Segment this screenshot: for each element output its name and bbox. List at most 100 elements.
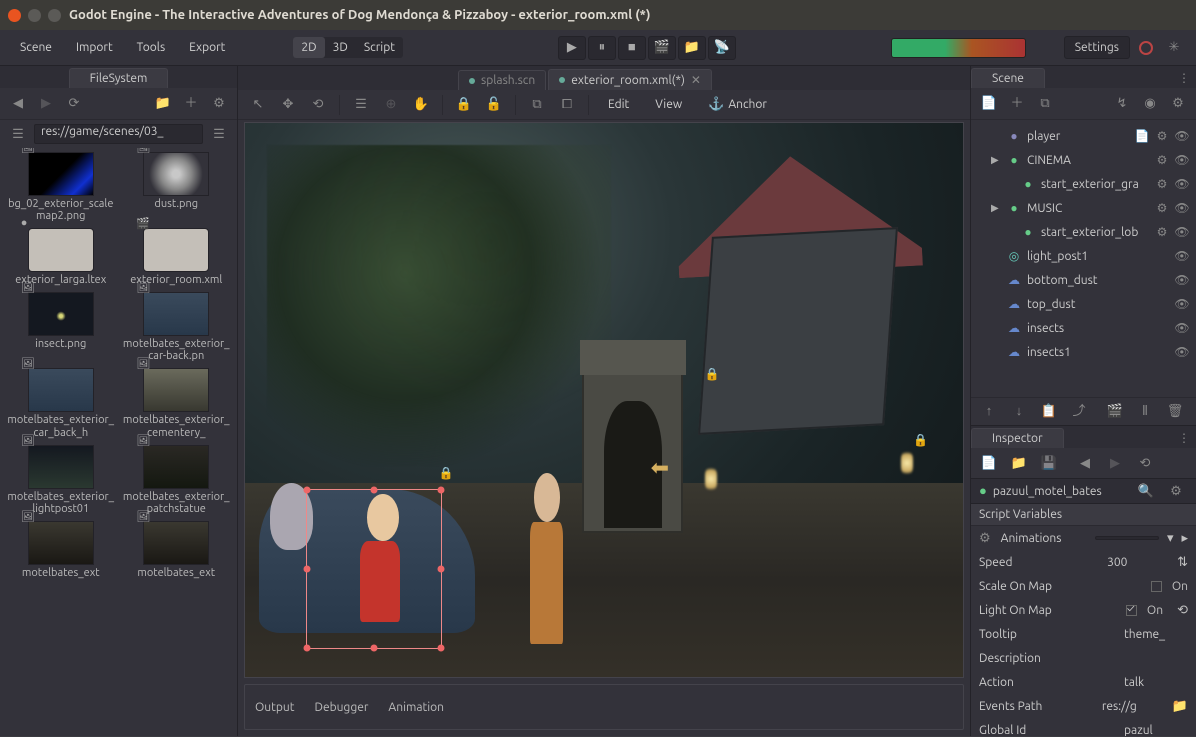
multi-edit-button[interactable]: 🎬 [1103,400,1127,424]
node-action-icon[interactable]: 👁 [1174,152,1190,168]
property-row[interactable]: Speed300⇅ [971,550,1196,574]
folder-icon[interactable]: 📁 [1172,700,1188,713]
pivot-tool[interactable]: ⊕ [379,93,403,117]
property-row[interactable]: Events Pathres://g📁 [971,694,1196,718]
settings-button[interactable]: Settings [1064,36,1130,59]
node-action-icon[interactable]: 👁 [1174,344,1190,360]
scene-tab[interactable]: exterior_room.xml(*)✕ [548,69,712,90]
chevron-down-icon[interactable]: ▾ [1167,532,1174,545]
animation-tab[interactable]: Animation [388,701,444,714]
chevron-right-icon[interactable]: ▸ [1181,532,1188,545]
tree-node[interactable]: ●start_exterior_gra⚙👁 [971,172,1196,196]
reset-icon[interactable]: ⟲ [1177,604,1188,617]
selection-handle[interactable] [438,645,445,652]
delete-node-button[interactable]: 🗑 [1163,400,1187,424]
list-select-tool[interactable]: ☰ [349,93,373,117]
selection-rect[interactable] [306,489,442,650]
groups-button[interactable]: ◉ [1138,92,1162,116]
tree-node[interactable]: ●player📄⚙👁 [971,124,1196,148]
node-action-icon[interactable]: 👁 [1174,272,1190,288]
select-tool[interactable]: ↖ [246,93,270,117]
file-item[interactable]: 🖼insect.png [4,290,118,364]
viewport-view-menu[interactable]: View [645,93,692,116]
file-item[interactable]: 🖼bg_02_exterior_scalemap2.png [4,150,118,224]
file-item[interactable]: 🖼motelbates_exterior_cementery_ [120,366,234,440]
property-value[interactable]: talk [1124,676,1188,689]
scene-panel-tab[interactable]: Scene [971,68,1045,88]
merge-button[interactable]: ⫴ [1133,400,1157,424]
node-action-icon[interactable]: ⚙ [1154,176,1170,192]
property-row[interactable]: Light On MapOn⟲ [971,598,1196,622]
add-node-button[interactable]: ＋ [1005,92,1029,116]
file-grid[interactable]: 🖼bg_02_exterior_scalemap2.png🖼dust.png●e… [0,148,237,736]
move-tool[interactable]: ✥ [276,93,300,117]
property-row[interactable]: Tooltiptheme_ [971,622,1196,646]
insp-settings-button[interactable]: ⚙ [1164,479,1188,503]
node-action-icon[interactable]: 👁 [1174,200,1190,216]
file-item[interactable]: 🖼motelbates_exterior_lightpost01 [4,443,118,517]
property-value[interactable]: 300 [1107,556,1171,569]
nav-back-button[interactable]: ◀ [6,92,30,116]
property-value[interactable] [1095,536,1159,540]
property-row[interactable]: Actiontalk [971,670,1196,694]
unlock-tool[interactable]: 🔓 [482,93,506,117]
property-row[interactable]: Description [971,646,1196,670]
window-minimize-icon[interactable] [28,9,41,22]
file-item[interactable]: 🖼motelbates_exterior_car-back.pn [120,290,234,364]
reparent-button[interactable]: ⤴ [1067,400,1091,424]
property-value[interactable]: theme_ [1124,628,1188,641]
refresh-button[interactable]: ⟳ [62,92,86,116]
error-indicator-icon[interactable] [1134,36,1158,60]
new-button[interactable]: ＋ [179,92,203,116]
move-down-button[interactable]: ↓ [1007,400,1031,424]
property-value[interactable]: pazul [1124,724,1188,737]
output-tab[interactable]: Output [255,701,294,714]
selection-handle[interactable] [371,645,378,652]
fs-settings-button[interactable]: ⚙ [207,92,231,116]
file-item[interactable]: 🎬exterior_room.xml [120,226,234,288]
property-value[interactable]: res://g [1102,700,1166,713]
node-action-icon[interactable]: 👁 [1174,128,1190,144]
window-maximize-icon[interactable] [48,9,61,22]
selection-handle[interactable] [371,486,378,493]
inspector-panel-menu[interactable]: ⋮ [1172,428,1196,448]
instance-button[interactable]: ⧉ [1033,92,1057,116]
property-row[interactable]: Scale On MapOn [971,574,1196,598]
menu-scene[interactable]: Scene [10,36,62,59]
tree-node[interactable]: ●start_exterior_lob⚙👁 [971,220,1196,244]
viewport-edit-menu[interactable]: Edit [598,93,639,116]
inspector-section-header[interactable]: Script Variables [971,504,1196,526]
tree-node[interactable]: ▶●CINEMA⚙👁 [971,148,1196,172]
node-action-icon[interactable]: 👁 [1174,320,1190,336]
path-input[interactable]: res://game/scenes/03_ [34,124,203,144]
menu-tools[interactable]: Tools [127,36,176,59]
path-home-button[interactable]: ☰ [6,122,30,146]
open-folder-button[interactable]: 📁 [151,92,175,116]
node-action-icon[interactable]: ⚙ [1154,152,1170,168]
file-item[interactable]: 🖼motelbates_exterior_car_back_h [4,366,118,440]
mode-3d-button[interactable]: 3D [325,37,356,58]
new-node-button[interactable]: 📄 [977,92,1001,116]
rotate-tool[interactable]: ⟲ [306,93,330,117]
file-item[interactable]: 🖼motelbates_ext [120,519,234,581]
tree-node[interactable]: ☁top_dust👁 [971,292,1196,316]
node-action-icon[interactable]: ⚙ [1154,200,1170,216]
window-close-icon[interactable] [8,9,21,22]
checkbox[interactable] [1126,605,1137,616]
group-tool[interactable]: ⧉ [525,93,549,117]
mode-2d-button[interactable]: 2D [293,37,324,58]
scene-tab[interactable]: splash.scn [458,70,546,90]
selection-handle[interactable] [438,565,445,572]
node-action-icon[interactable]: 👁 [1174,224,1190,240]
spinner-icon[interactable]: ⇅ [1177,556,1188,569]
node-action-icon[interactable]: 👁 [1174,248,1190,264]
viewport-2d[interactable]: ⬅ 🔒 🔒 🔒 [244,122,964,678]
selection-handle[interactable] [304,486,311,493]
scene-panel-menu[interactable]: ⋮ [1172,68,1196,88]
checkbox[interactable] [1151,581,1162,592]
duplicate-button[interactable]: 📋 [1037,400,1061,424]
expand-icon[interactable]: ▶ [991,202,1001,214]
insp-load-button[interactable]: 📁 [1007,451,1031,475]
mode-script-button[interactable]: Script [356,37,403,58]
ungroup-tool[interactable]: ⧠ [555,93,579,117]
